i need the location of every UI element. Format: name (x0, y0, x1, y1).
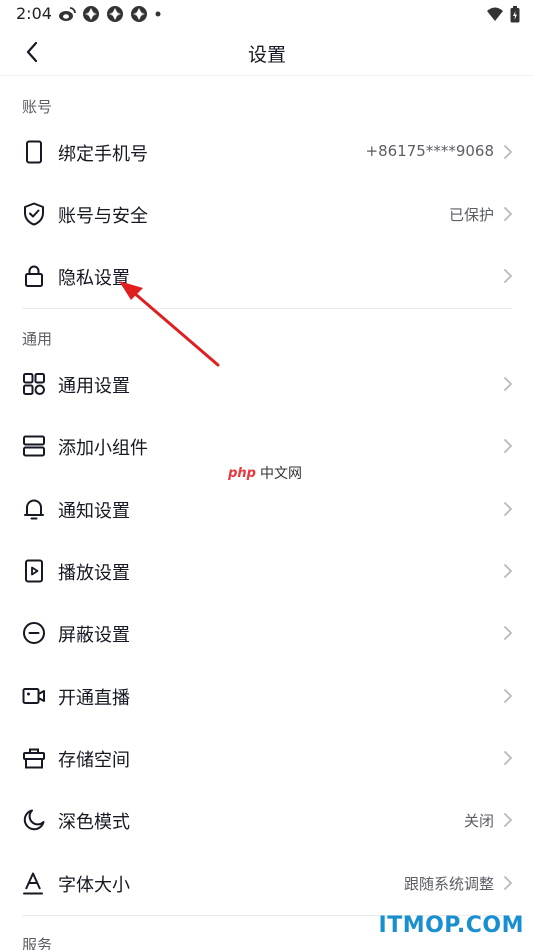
settings-item-label: 绑定手机号 (58, 144, 148, 165)
shield-icon (24, 202, 44, 226)
play-icon (25, 559, 43, 583)
settings-item-value: 已保护 (448, 206, 494, 224)
settings-item-label: 深色模式 (58, 812, 130, 833)
chevron-right-icon (504, 876, 513, 890)
settings-item-label: 播放设置 (58, 563, 130, 584)
settings-item-label: 存储空间 (58, 750, 130, 771)
php-site-text: 中文网 (260, 466, 302, 482)
settings-item-label: 隐私设置 (58, 268, 130, 289)
section-header-services: 服务 (22, 936, 53, 950)
moon-icon (23, 809, 45, 831)
page-title: 设置 (247, 44, 286, 66)
settings-item-label: 添加小组件 (58, 438, 148, 459)
settings-item-account-security[interactable]: 账号与安全 已保护 (0, 183, 534, 245)
chevron-right-icon (504, 626, 513, 640)
chevron-right-icon (504, 502, 513, 516)
section-header-general: 通用 (22, 330, 53, 348)
lock-icon (25, 265, 43, 287)
chevron-right-icon (504, 564, 513, 578)
itmop-watermark: ITMOP.COM (378, 913, 524, 938)
settings-item-label: 账号与安全 (58, 206, 148, 227)
status-time: 2:04 (16, 4, 52, 23)
chevron-right-icon (504, 145, 513, 159)
settings-item-notifications[interactable]: 通知设置 (0, 478, 534, 540)
chevron-right-icon (504, 751, 513, 765)
settings-item-font-size[interactable]: 字体大小 跟随系统调整 (0, 852, 534, 914)
settings-item-storage[interactable]: 存储空间 (0, 727, 534, 789)
nav-bar: 设置 (0, 28, 534, 76)
battery-icon (510, 5, 520, 22)
settings-item-label: 通用设置 (58, 376, 130, 397)
phone-icon (26, 140, 42, 164)
dot-icon (155, 11, 161, 17)
chevron-right-icon (504, 207, 513, 221)
chevron-right-icon (504, 269, 513, 283)
chevron-right-icon (504, 439, 513, 453)
storage-icon (23, 748, 45, 769)
status-notification-icons (58, 5, 162, 23)
chevron-right-icon (504, 813, 513, 827)
app-icon (107, 6, 123, 22)
bell-icon (24, 499, 44, 520)
section-header-account: 账号 (22, 98, 53, 116)
section-divider (22, 308, 512, 309)
chevron-right-icon (504, 689, 513, 703)
app-icon (131, 6, 147, 22)
settings-item-block[interactable]: 屏蔽设置 (0, 602, 534, 664)
settings-item-privacy[interactable]: 隐私设置 (0, 245, 534, 307)
php-cn-watermark: php 中文网 (228, 463, 302, 483)
grid-icon (23, 373, 45, 395)
settings-item-go-live[interactable]: 开通直播 (0, 665, 534, 727)
settings-item-general[interactable]: 通用设置 (0, 353, 534, 415)
live-camera-icon (22, 688, 45, 704)
settings-item-value: 关闭 (463, 812, 494, 830)
settings-item-label: 通知设置 (58, 501, 130, 522)
settings-item-value: +86175****9068 (365, 142, 494, 160)
widget-icon (23, 435, 45, 457)
php-logo-text: php (228, 465, 256, 481)
wifi-icon (487, 7, 503, 21)
settings-item-value: 跟随系统调整 (403, 875, 494, 893)
weibo-icon (59, 7, 76, 21)
settings-item-label: 屏蔽设置 (58, 625, 130, 646)
chevron-right-icon (504, 377, 513, 391)
settings-item-label: 开通直播 (58, 688, 130, 709)
status-system-icons (486, 5, 520, 23)
settings-item-dark-mode[interactable]: 深色模式 关闭 (0, 789, 534, 851)
block-icon (23, 622, 45, 644)
settings-item-bind-phone[interactable]: 绑定手机号 +86175****9068 (0, 121, 534, 183)
settings-item-playback[interactable]: 播放设置 (0, 540, 534, 602)
font-size-icon (23, 872, 43, 895)
app-icon (83, 6, 99, 22)
php-logo: php (228, 463, 256, 483)
status-bar: 2:04 (0, 0, 534, 28)
settings-item-label: 字体大小 (58, 875, 130, 896)
